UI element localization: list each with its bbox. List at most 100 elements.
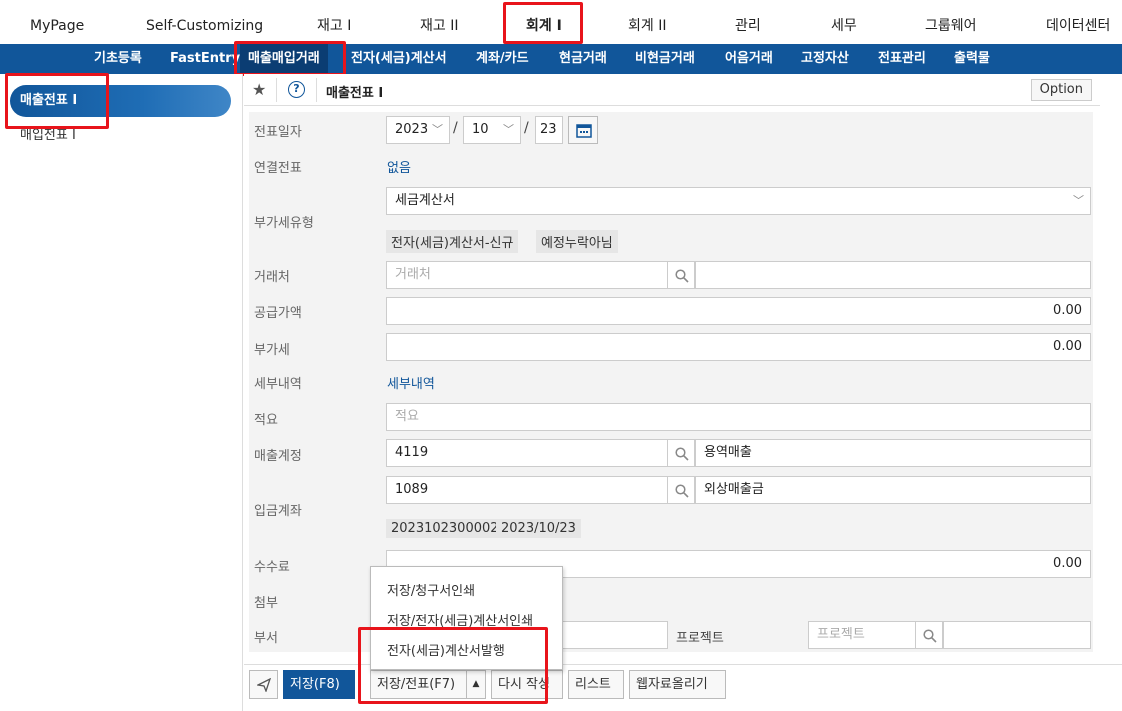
sales-account-label: 매출계정 [254, 449, 302, 464]
month-value: 10 [472, 122, 489, 137]
sub-nav-noncash[interactable]: 비현금거래 [635, 44, 695, 74]
search-icon [923, 629, 937, 643]
top-nav-management[interactable]: 관리 [735, 0, 761, 44]
menu-item-save-invoice-print[interactable]: 저장/전자(세금)계산서인쇄 [387, 610, 533, 629]
sub-nav-slip-manage[interactable]: 전표관리 [878, 44, 926, 74]
deposit-tag: 2023/10/23 [496, 519, 581, 538]
divider [276, 78, 277, 102]
star-icon[interactable]: ★ [252, 80, 266, 99]
sidebar: 매출전표 I 매입전표 I [0, 74, 243, 711]
page-title: 매출전표 I [326, 86, 384, 101]
help-icon[interactable]: ? [288, 81, 305, 98]
search-icon [675, 269, 689, 283]
deposit-account-name-input[interactable]: 외상매출금 [695, 476, 1091, 504]
top-nav-mypage[interactable]: MyPage [30, 0, 84, 44]
web-upload-button[interactable]: 웹자료올리기 [629, 670, 726, 699]
menu-item-save-bill-print[interactable]: 저장/청구서인쇄 [387, 580, 475, 599]
month-select[interactable]: 10 ﹀ [463, 116, 521, 144]
memo-label: 적요 [254, 413, 278, 428]
sub-nav-cash[interactable]: 현금거래 [559, 44, 607, 74]
supply-amount-input[interactable]: 0.00 [386, 297, 1091, 325]
sales-account-search-button[interactable] [667, 439, 695, 467]
divider [316, 78, 317, 102]
deposit-tag: 2023102300002 [386, 519, 504, 538]
list-button[interactable]: 리스트 [568, 670, 624, 699]
vat-input[interactable]: 0.00 [386, 333, 1091, 361]
option-button[interactable]: Option [1030, 79, 1092, 101]
top-nav-tax[interactable]: 세무 [831, 0, 857, 44]
sub-nav-fixed-asset[interactable]: 고정자산 [801, 44, 849, 74]
client-name-input[interactable] [695, 261, 1091, 289]
top-nav-accounting-1[interactable]: 회계 I [526, 0, 562, 44]
vat-tag: 전자(세금)계산서-신규 [386, 230, 519, 253]
send-button[interactable] [249, 670, 278, 699]
search-icon [675, 447, 689, 461]
vat-label: 부가세 [254, 343, 290, 358]
vat-tag: 예정누락아님 [536, 230, 618, 253]
sub-nav-printouts[interactable]: 출력물 [954, 44, 990, 74]
caret-up-icon: ▲ [472, 679, 480, 689]
save-slip-button[interactable]: 저장/전표(F7) [370, 670, 467, 699]
sales-account-name-input[interactable]: 용역매출 [695, 439, 1091, 467]
date-label: 전표일자 [254, 125, 302, 140]
sub-nav-sales-purchase[interactable]: 매출매입거래 [240, 44, 328, 74]
save-button[interactable]: 저장(F8) [283, 670, 355, 699]
top-nav-inventory-1[interactable]: 재고 I [317, 0, 351, 44]
linked-slip-value[interactable]: 없음 [387, 157, 411, 176]
sub-nav-fastentry[interactable]: FastEntry [170, 44, 240, 74]
deposit-account-label: 입금계좌 [254, 504, 302, 519]
save-dropdown-toggle[interactable]: ▲ [466, 670, 486, 699]
client-input[interactable]: 거래처 [386, 261, 668, 289]
department-label: 부서 [254, 631, 278, 646]
project-label: 프로젝트 [676, 631, 724, 646]
attachment-label: 첨부 [254, 596, 278, 611]
detail-link[interactable]: 세부내역 [387, 373, 435, 392]
top-nav-accounting-2[interactable]: 회계 II [628, 0, 666, 44]
day-input[interactable]: 23 [535, 116, 563, 144]
linked-slip-label: 연결전표 [254, 161, 302, 176]
calendar-button[interactable] [568, 116, 598, 144]
deposit-account-code-input[interactable]: 1089 [386, 476, 668, 504]
memo-input[interactable]: 적요 [386, 403, 1091, 431]
top-nav-inventory-2[interactable]: 재고 II [420, 0, 458, 44]
chevron-down-icon: ﹀ [432, 123, 443, 136]
top-nav-self-customizing[interactable]: Self-Customizing [146, 0, 263, 44]
vat-type-label: 부가세유형 [254, 216, 314, 231]
top-nav-groupware[interactable]: 그룹웨어 [925, 0, 977, 44]
year-select[interactable]: 2023 ﹀ [386, 116, 450, 144]
sub-nav: 기초등록 FastEntry 매출매입거래 전자(세금)계산서 계좌/카드 현금… [0, 44, 1122, 74]
top-nav: MyPage Self-Customizing 재고 I 재고 II 회계 I … [0, 0, 1122, 44]
chevron-down-icon: ﹀ [503, 123, 514, 136]
sidebar-item-purchase-slip[interactable]: 매입전표 I [20, 124, 76, 143]
fee-label: 수수료 [254, 560, 290, 575]
year-value: 2023 [395, 122, 429, 137]
detail-label: 세부내역 [254, 377, 302, 392]
supply-amount-label: 공급가액 [254, 306, 302, 321]
sub-nav-basic-register[interactable]: 기초등록 [94, 44, 142, 74]
calendar-icon [576, 124, 592, 138]
sub-nav-bill[interactable]: 어음거래 [725, 44, 773, 74]
day-value: 23 [540, 122, 557, 137]
vat-type-select[interactable]: 세금계산서 ﹀ [386, 187, 1091, 215]
date-separator: / [524, 120, 529, 136]
date-separator: / [453, 120, 458, 136]
sidebar-item-sales-slip[interactable]: 매출전표 I [10, 85, 231, 117]
search-icon [675, 484, 689, 498]
menu-item-issue-e-invoice[interactable]: 전자(세금)계산서발행 [387, 640, 505, 659]
rewrite-button[interactable]: 다시 작성 [491, 670, 563, 699]
top-nav-datacenter[interactable]: 데이터센터 [1046, 0, 1110, 44]
paper-plane-icon [257, 678, 271, 692]
sales-account-code-input[interactable]: 4119 [386, 439, 668, 467]
project-name-input[interactable] [943, 621, 1091, 649]
project-input[interactable]: 프로젝트 [808, 621, 916, 649]
client-search-button[interactable] [667, 261, 695, 289]
sub-nav-e-invoice[interactable]: 전자(세금)계산서 [351, 44, 447, 74]
client-label: 거래처 [254, 270, 290, 285]
content-header: ★ ? 매출전표 I Option [244, 74, 1100, 106]
project-search-button[interactable] [915, 621, 943, 649]
sub-nav-account-card[interactable]: 계좌/카드 [476, 44, 529, 74]
deposit-account-search-button[interactable] [667, 476, 695, 504]
save-options-menu: 저장/청구서인쇄 저장/전자(세금)계산서인쇄 전자(세금)계산서발행 [370, 566, 563, 670]
vat-type-value: 세금계산서 [395, 193, 455, 208]
chevron-down-icon: ﹀ [1073, 194, 1084, 207]
